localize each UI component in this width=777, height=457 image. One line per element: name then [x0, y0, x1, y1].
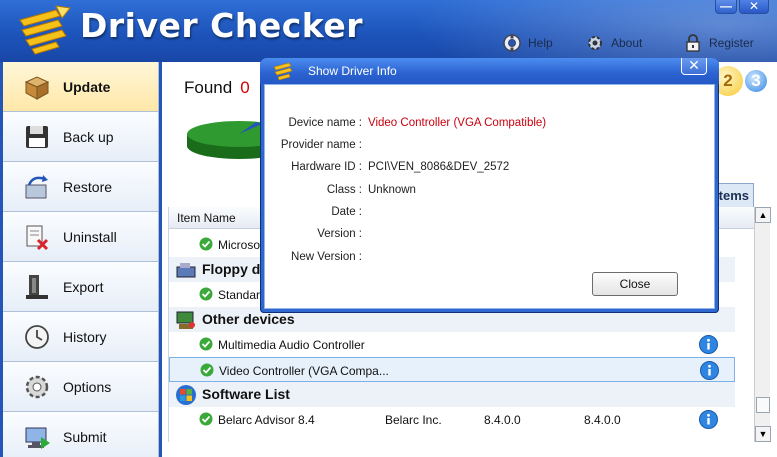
sidebar-item-options[interactable]: Options	[3, 362, 159, 412]
dialog-close-icon[interactable]: ✕	[681, 58, 707, 75]
sidebar-item-label: Submit	[63, 428, 107, 445]
field-value: Video Controller (VGA Compatible)	[368, 117, 547, 129]
clock-icon	[25, 324, 49, 349]
row-new-version: 8.4.0.0	[584, 413, 621, 427]
scroll-thumb[interactable]	[756, 397, 770, 413]
field-device-name: Device name : Video Controller (VGA Comp…	[265, 117, 716, 133]
sidebar-item-label: Uninstall	[63, 228, 117, 245]
field-date: Date :	[265, 206, 716, 222]
restore-icon	[25, 174, 48, 198]
table-row[interactable]: Belarc Advisor 8.4 Belarc Inc. 8.4.0.0 8…	[169, 407, 735, 432]
sidebar-item-export[interactable]: Export	[3, 262, 159, 312]
close-button[interactable]: Close	[592, 272, 678, 296]
floppy-drive-icon	[176, 263, 196, 278]
field-label: New Version :	[291, 251, 362, 263]
app-header: Driver Checker — ✕ Help About Register	[0, 0, 777, 62]
row-name: Belarc Advisor 8.4	[218, 413, 315, 427]
field-label: Date :	[331, 206, 362, 218]
register-label: Register	[709, 36, 754, 50]
vertical-scrollbar[interactable]: ▲ ▼	[754, 207, 771, 442]
field-hardware-id: Hardware ID : PCI\VEN_8086&DEV_2572	[265, 161, 716, 177]
sidebar-item-backup[interactable]: Back up	[3, 112, 159, 162]
row-version: 8.4.0.0	[484, 413, 521, 427]
dialog-titlebar[interactable]: Show Driver Info ✕	[260, 58, 719, 84]
group-row[interactable]: Software List	[169, 382, 735, 407]
box-icon	[24, 75, 50, 100]
help-link[interactable]: Help	[502, 30, 553, 56]
register-link[interactable]: Register	[683, 30, 754, 56]
driver-info-dialog: Show Driver Info ✕ Device name : Video C…	[260, 58, 719, 313]
row-publisher: Belarc Inc.	[385, 413, 442, 427]
scroll-up-icon[interactable]: ▲	[755, 207, 771, 223]
step-three-badge[interactable]: 3	[743, 68, 769, 94]
sidebar-item-update[interactable]: Update	[3, 62, 159, 112]
floppy-icon	[26, 125, 48, 148]
found-summary: Found 0	[184, 78, 250, 98]
sidebar-item-label: Options	[63, 378, 112, 395]
check-icon	[200, 363, 214, 377]
field-label: Class :	[326, 184, 362, 196]
field-label: Device name :	[288, 117, 362, 129]
found-label: Found	[184, 78, 233, 97]
check-icon	[199, 287, 213, 301]
found-count: 0	[240, 78, 250, 97]
step-indicator: 2 3	[713, 66, 769, 96]
field-class: Class : Unknown	[265, 184, 716, 200]
submit-icon	[25, 427, 50, 449]
field-value: PCI\VEN_8086&DEV_2572	[368, 161, 510, 173]
sidebar-item-submit[interactable]: Submit	[3, 412, 159, 457]
sidebar-item-history[interactable]: History	[3, 312, 159, 362]
sidebar-item-uninstall[interactable]: Uninstall	[3, 212, 159, 262]
lock-icon	[686, 34, 700, 52]
row-name: Standarc	[218, 288, 267, 302]
dialog-body: Device name : Video Controller (VGA Comp…	[264, 84, 715, 309]
app-logo-icon	[19, 5, 71, 55]
field-label: Version :	[317, 228, 362, 240]
group-name: Floppy d	[202, 261, 261, 277]
gear-icon	[25, 375, 49, 398]
dialog-title: Show Driver Info	[308, 64, 397, 78]
field-new-version: New Version :	[265, 251, 716, 267]
group-name: Other devices	[202, 311, 295, 327]
window-controls: — ✕	[715, 0, 769, 14]
sidebar-item-label: Update	[63, 78, 111, 95]
sidebar-item-label: History	[63, 328, 107, 345]
about-label: About	[611, 36, 643, 50]
lifebuoy-icon	[503, 34, 521, 52]
about-link[interactable]: About	[585, 30, 642, 56]
check-icon	[199, 412, 213, 426]
windows-logo-icon	[176, 385, 196, 405]
info-icon[interactable]	[699, 335, 718, 354]
sidebar-item-restore[interactable]: Restore	[3, 162, 159, 212]
check-icon	[199, 337, 213, 351]
export-icon	[26, 274, 48, 299]
window-close-button[interactable]: ✕	[739, 0, 769, 14]
row-name: Video Controller (VGA Compa...	[219, 364, 389, 378]
group-name: Software List	[202, 386, 290, 402]
check-icon	[199, 237, 213, 251]
sidebar-item-label: Back up	[63, 128, 114, 145]
help-label: Help	[528, 36, 553, 50]
field-provider-name: Provider name :	[265, 139, 716, 155]
other-devices-icon	[176, 311, 195, 329]
gear-icon	[588, 36, 602, 50]
field-label: Provider name :	[280, 139, 362, 151]
table-row-selected[interactable]: Video Controller (VGA Compa...	[169, 357, 735, 382]
app-title: Driver Checker	[80, 6, 364, 45]
info-icon[interactable]	[700, 361, 719, 380]
uninstall-icon	[26, 225, 49, 250]
row-name: Multimedia Audio Controller	[218, 338, 365, 352]
minimize-button[interactable]: —	[715, 0, 737, 14]
field-label: Hardware ID :	[291, 161, 362, 173]
sidebar-item-label: Export	[63, 278, 104, 295]
scroll-down-icon[interactable]: ▼	[755, 426, 771, 442]
field-version: Version :	[265, 228, 716, 244]
field-value: Unknown	[368, 184, 416, 196]
info-icon[interactable]	[699, 410, 718, 429]
app-logo-icon	[273, 62, 293, 81]
sidebar: Update Back up Restore Uninstall Export …	[0, 62, 162, 457]
table-row[interactable]: Multimedia Audio Controller	[169, 332, 735, 357]
sidebar-item-label: Restore	[63, 178, 113, 195]
